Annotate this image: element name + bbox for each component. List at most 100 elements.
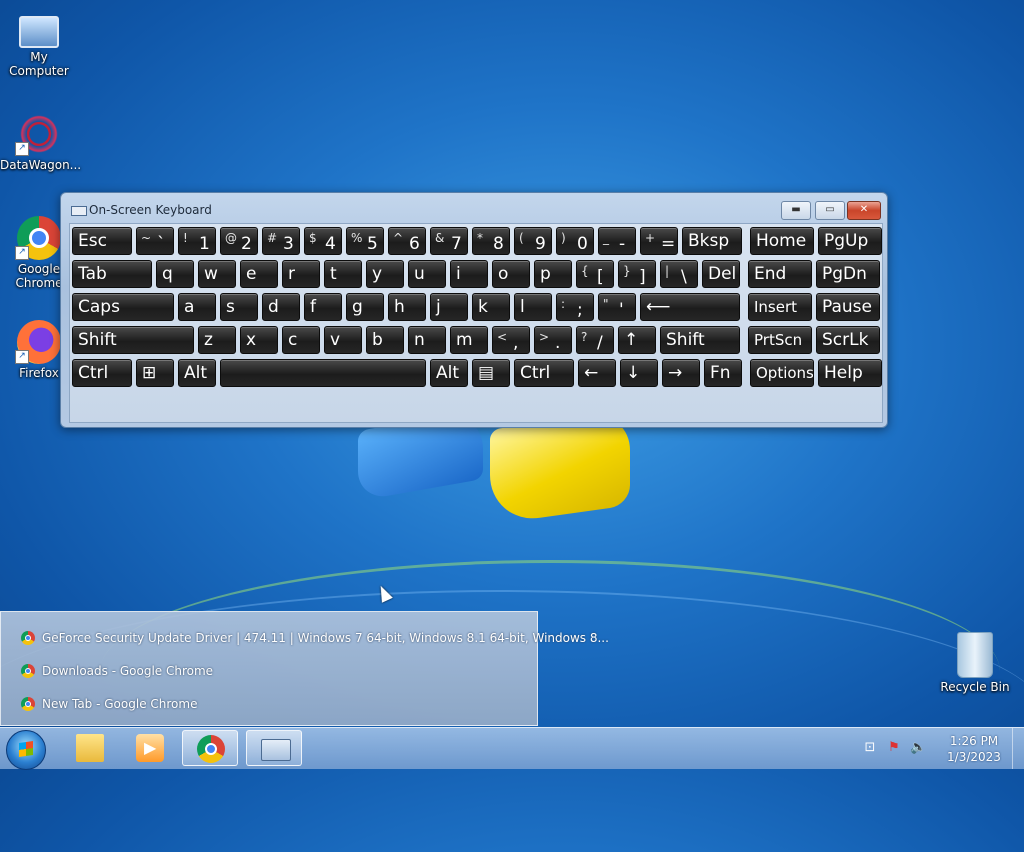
- key-u[interactable]: u: [408, 260, 446, 288]
- key-a[interactable]: a: [178, 293, 216, 321]
- key-home[interactable]: Home: [750, 227, 814, 255]
- key-symbol[interactable]: ~ `: [136, 227, 174, 255]
- key-symbol[interactable]: ←: [578, 359, 616, 387]
- key-ctrl[interactable]: Ctrl: [72, 359, 132, 387]
- key-alt[interactable]: Alt: [178, 359, 216, 387]
- key-del[interactable]: Del: [702, 260, 740, 288]
- key-alt[interactable]: Alt: [430, 359, 468, 387]
- key-l[interactable]: l: [514, 293, 552, 321]
- on-screen-keyboard-window[interactable]: On-Screen Keyboard ▬ ▭ ✕ Esc ~ `! 1 @2 #3 $4% 5…: [60, 192, 888, 428]
- key-symbol[interactable]: ↑: [618, 326, 656, 354]
- key-shift[interactable]: Shift: [660, 326, 740, 354]
- key-j[interactable]: j: [430, 293, 468, 321]
- key-e[interactable]: e: [240, 260, 278, 288]
- key-symbol[interactable]: _ -: [598, 227, 636, 255]
- key-symbol[interactable]: ▤: [472, 359, 510, 387]
- key-label: d: [268, 297, 279, 317]
- key-0[interactable]: ) 0: [556, 227, 594, 255]
- minimize-button[interactable]: ▬: [781, 201, 811, 220]
- key-bksp[interactable]: Bksp: [682, 227, 742, 255]
- key-z[interactable]: z: [198, 326, 236, 354]
- key-7[interactable]: & 7: [430, 227, 468, 255]
- key-symbol[interactable]: ⊞: [136, 359, 174, 387]
- key-p[interactable]: p: [534, 260, 572, 288]
- key-h[interactable]: h: [388, 293, 426, 321]
- key-1[interactable]: ! 1: [178, 227, 216, 255]
- network-icon[interactable]: ⊡: [862, 740, 878, 756]
- key-symbol[interactable]: ⟵: [640, 293, 740, 321]
- key-symbol[interactable]: }]: [618, 260, 656, 288]
- key-symbol[interactable]: | \: [660, 260, 698, 288]
- taskbar-osk-button[interactable]: [246, 730, 302, 766]
- key-symbol[interactable]: <,: [492, 326, 530, 354]
- desktop-icon-recycle-bin[interactable]: Recycle Bin: [936, 632, 1014, 694]
- key-m[interactable]: m: [450, 326, 488, 354]
- key-symbol[interactable]: ↓: [620, 359, 658, 387]
- key-5[interactable]: % 5: [346, 227, 384, 255]
- key-symbol[interactable]: :;: [556, 293, 594, 321]
- key-w[interactable]: w: [198, 260, 236, 288]
- key-8[interactable]: * 8: [472, 227, 510, 255]
- key-s[interactable]: s: [220, 293, 258, 321]
- key-esc[interactable]: Esc: [72, 227, 132, 255]
- key-symbol[interactable]: {[: [576, 260, 614, 288]
- taskbar-media-player-button[interactable]: [122, 730, 178, 766]
- key-symbol[interactable]: ? /: [576, 326, 614, 354]
- key-9[interactable]: (9: [514, 227, 552, 255]
- key-y[interactable]: y: [366, 260, 404, 288]
- key-options[interactable]: Options: [750, 359, 814, 387]
- key-label: z: [204, 330, 213, 350]
- key-k[interactable]: k: [472, 293, 510, 321]
- key-6[interactable]: ^ 6: [388, 227, 426, 255]
- key-4[interactable]: $4: [304, 227, 342, 255]
- key-o[interactable]: o: [492, 260, 530, 288]
- key-caps[interactable]: Caps: [72, 293, 174, 321]
- key-pause[interactable]: Pause: [816, 293, 880, 321]
- key-tab[interactable]: Tab: [72, 260, 152, 288]
- key-fn[interactable]: Fn: [704, 359, 742, 387]
- key-t[interactable]: t: [324, 260, 362, 288]
- key-help[interactable]: Help: [818, 359, 882, 387]
- key-v[interactable]: v: [324, 326, 362, 354]
- desktop-icon-my-computer[interactable]: My Computer: [0, 10, 78, 78]
- key-symbol[interactable]: >.: [534, 326, 572, 354]
- key-symbol[interactable]: →: [662, 359, 700, 387]
- key-pgup[interactable]: PgUp: [818, 227, 882, 255]
- key-c[interactable]: c: [282, 326, 320, 354]
- key-g[interactable]: g: [346, 293, 384, 321]
- key-i[interactable]: i: [450, 260, 488, 288]
- desktop-icon-datawagon[interactable]: ↗ DataWagon...: [0, 112, 81, 172]
- close-button[interactable]: ✕: [847, 201, 881, 220]
- action-center-flag-icon[interactable]: ⚑: [886, 740, 902, 756]
- key-d[interactable]: d: [262, 293, 300, 321]
- key-n[interactable]: n: [408, 326, 446, 354]
- key-x[interactable]: x: [240, 326, 278, 354]
- key-symbol[interactable]: " ': [598, 293, 636, 321]
- maximize-button[interactable]: ▭: [815, 201, 845, 220]
- start-button[interactable]: [6, 730, 46, 770]
- key-shift-label: ^: [393, 231, 404, 245]
- show-desktop-button[interactable]: [1012, 728, 1024, 769]
- taskbar-chrome-button[interactable]: [182, 730, 238, 766]
- key-ctrl[interactable]: Ctrl: [514, 359, 574, 387]
- clock-date: 1/3/2023: [947, 750, 1001, 764]
- key-label: b: [372, 330, 383, 350]
- key-insert[interactable]: Insert: [748, 293, 812, 321]
- key-r[interactable]: r: [282, 260, 320, 288]
- key-prtscn[interactable]: PrtScn: [748, 326, 812, 354]
- key-scrlk[interactable]: ScrLk: [816, 326, 880, 354]
- clock[interactable]: 1:26 PM 1/3/2023: [938, 733, 1010, 765]
- key-shift[interactable]: Shift: [72, 326, 194, 354]
- volume-icon[interactable]: 🔈: [910, 740, 926, 756]
- key-pgdn[interactable]: PgDn: [816, 260, 880, 288]
- key-q[interactable]: q: [156, 260, 194, 288]
- key-label: PgDn: [822, 264, 867, 284]
- key-2[interactable]: @2: [220, 227, 258, 255]
- key-f[interactable]: f: [304, 293, 342, 321]
- key-symbol[interactable]: + =: [640, 227, 678, 255]
- key-3[interactable]: #3: [262, 227, 300, 255]
- key-end[interactable]: End: [748, 260, 812, 288]
- taskbar-explorer-button[interactable]: [62, 730, 118, 766]
- key-b[interactable]: b: [366, 326, 404, 354]
- key-space[interactable]: [220, 359, 426, 387]
